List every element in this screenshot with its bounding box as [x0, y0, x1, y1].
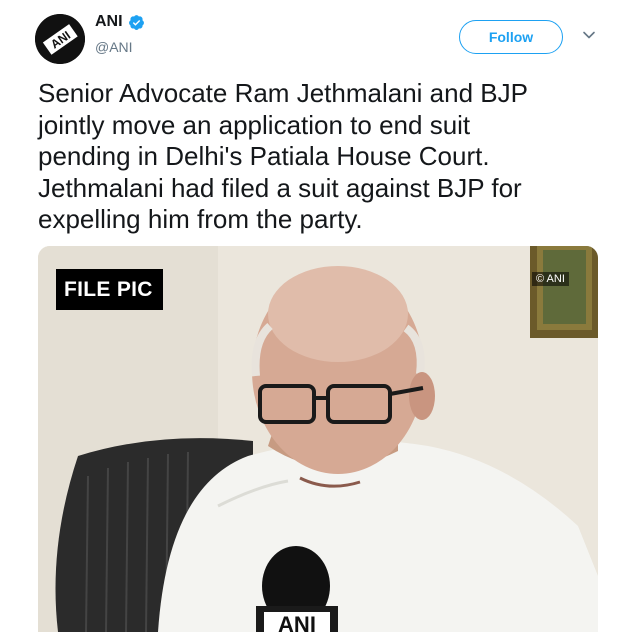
author-handle[interactable]: @ANI: [95, 39, 133, 55]
avatar[interactable]: ANI: [35, 14, 85, 64]
tweet-text: Senior Advocate Ram Jethmalani and BJP j…: [38, 78, 528, 234]
tweet-photo[interactable]: ANI FILE PIC © ANI: [38, 246, 598, 632]
ani-logo-icon: ANI: [35, 14, 85, 64]
ani-watermark: © ANI: [532, 272, 569, 286]
follow-button[interactable]: Follow: [459, 20, 563, 54]
verified-badge-icon: [128, 14, 144, 30]
mic-logo-text: ANI: [278, 612, 316, 632]
author-name-row[interactable]: ANI: [95, 13, 145, 31]
file-pic-label: FILE PIC: [56, 269, 163, 310]
chevron-down-icon[interactable]: [582, 28, 596, 42]
author-name[interactable]: ANI: [95, 13, 123, 31]
